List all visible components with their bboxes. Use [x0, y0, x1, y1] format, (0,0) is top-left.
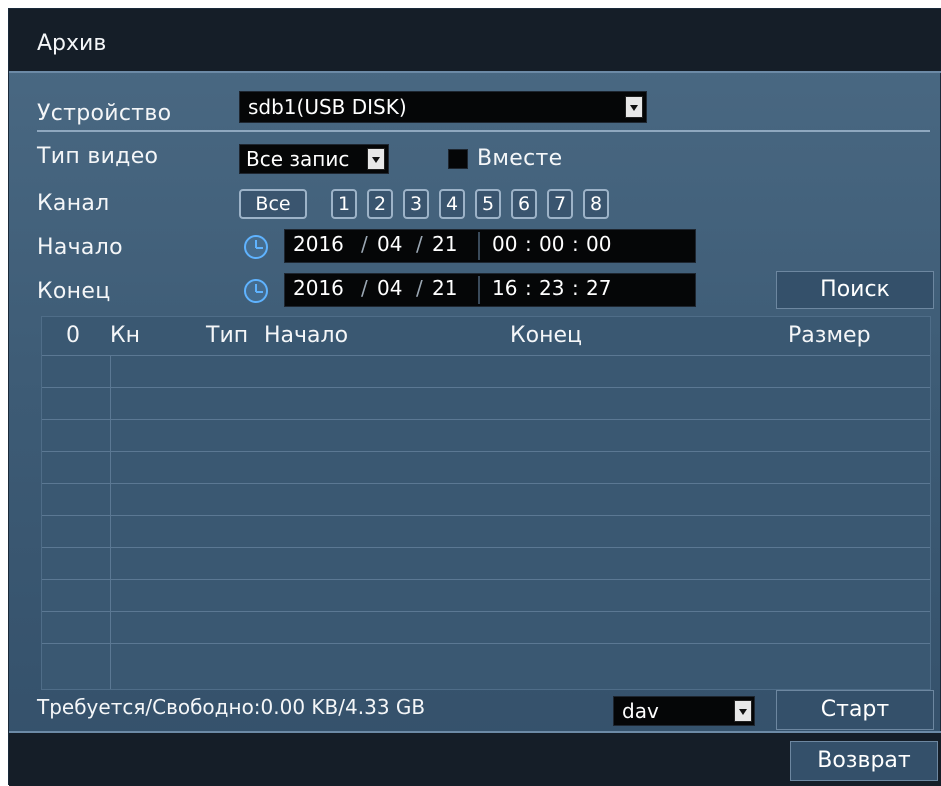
- end-day[interactable]: 21: [432, 276, 457, 300]
- start-second[interactable]: 00: [586, 232, 611, 256]
- chevron-down-icon[interactable]: [734, 700, 752, 722]
- row-divider: [42, 355, 930, 356]
- row-divider: [42, 483, 930, 484]
- column-divider: [110, 355, 111, 689]
- required-free-status: Требуется/Свободно:0.00 KB/4.33 GB: [37, 695, 426, 719]
- chevron-down-icon[interactable]: [625, 96, 643, 118]
- device-label: Устройство: [37, 101, 172, 126]
- end-datetime-field[interactable]: 2016 / 04 / 21 16 : 23 : 27: [284, 273, 696, 307]
- row-divider: [42, 579, 930, 580]
- date-separator: /: [416, 232, 423, 256]
- channel-button-8[interactable]: 8: [583, 189, 609, 219]
- clock-icon: [244, 279, 268, 303]
- row-divider: [42, 547, 930, 548]
- end-second[interactable]: 27: [586, 276, 611, 300]
- video-type-label: Тип видео: [37, 144, 159, 169]
- video-type-select[interactable]: Все запис: [239, 144, 389, 174]
- column-header-type: Тип: [206, 323, 249, 348]
- end-hour[interactable]: 16: [492, 276, 517, 300]
- start-day[interactable]: 21: [432, 232, 457, 256]
- start-label: Начало: [37, 235, 123, 260]
- table-header: 0 Кн Тип Начало Конец Размер: [42, 317, 930, 355]
- format-value: dav: [622, 699, 659, 723]
- channel-button-5[interactable]: 5: [475, 189, 501, 219]
- row-divider: [42, 451, 930, 452]
- end-year[interactable]: 2016: [293, 276, 344, 300]
- time-separator: :: [572, 232, 579, 256]
- date-separator: /: [361, 232, 368, 256]
- row-divider: [42, 611, 930, 612]
- row-divider: [42, 387, 930, 388]
- time-separator: :: [572, 276, 579, 300]
- date-separator: /: [361, 276, 368, 300]
- channel-button-6[interactable]: 6: [511, 189, 537, 219]
- column-header-end: Конец: [510, 323, 582, 348]
- time-separator: :: [525, 232, 532, 256]
- column-header-size: Размер: [788, 323, 871, 348]
- together-checkbox[interactable]: [448, 149, 468, 169]
- row-divider: [42, 419, 930, 420]
- end-label: Конец: [37, 279, 111, 304]
- time-separator: :: [525, 276, 532, 300]
- start-minute[interactable]: 00: [539, 232, 564, 256]
- row-divider: [42, 515, 930, 516]
- channel-button-7[interactable]: 7: [547, 189, 573, 219]
- start-month[interactable]: 04: [377, 232, 402, 256]
- channel-button-2[interactable]: 2: [367, 189, 393, 219]
- date-separator: /: [416, 276, 423, 300]
- window-title: Архив: [37, 31, 107, 56]
- column-header-start: Начало: [264, 323, 349, 348]
- channel-label: Канал: [37, 191, 110, 216]
- back-button[interactable]: Возврат: [790, 741, 938, 781]
- start-datetime-field[interactable]: 2016 / 04 / 21 00 : 00 : 00: [284, 229, 696, 263]
- end-month[interactable]: 04: [377, 276, 402, 300]
- results-table[interactable]: 0 Кн Тип Начало Конец Размер: [41, 316, 931, 690]
- archive-window: Архив Устройство sdb1(USB DISK) Тип виде…: [8, 8, 941, 786]
- device-select[interactable]: sdb1(USB DISK): [239, 91, 647, 123]
- start-button[interactable]: Старт: [776, 690, 934, 730]
- channel-button-1[interactable]: 1: [331, 189, 357, 219]
- channel-button-3[interactable]: 3: [403, 189, 429, 219]
- chevron-down-icon[interactable]: [367, 148, 385, 170]
- start-year[interactable]: 2016: [293, 232, 344, 256]
- start-hour[interactable]: 00: [492, 232, 517, 256]
- channel-button-all[interactable]: Все: [239, 189, 307, 219]
- video-type-value: Все запис: [246, 147, 350, 171]
- separator: [37, 130, 930, 132]
- column-header-index: 0: [66, 323, 80, 348]
- column-header-channel: Кн: [110, 323, 141, 348]
- together-label: Вместе: [477, 146, 563, 171]
- clock-icon: [244, 235, 268, 259]
- end-minute[interactable]: 23: [539, 276, 564, 300]
- format-select[interactable]: dav: [613, 696, 755, 726]
- device-value: sdb1(USB DISK): [248, 95, 407, 119]
- search-button[interactable]: Поиск: [776, 271, 934, 309]
- title-bar: Архив: [9, 9, 941, 73]
- field-divider: [478, 276, 480, 304]
- channel-button-4[interactable]: 4: [439, 189, 465, 219]
- field-divider: [478, 232, 480, 260]
- row-divider: [42, 643, 930, 644]
